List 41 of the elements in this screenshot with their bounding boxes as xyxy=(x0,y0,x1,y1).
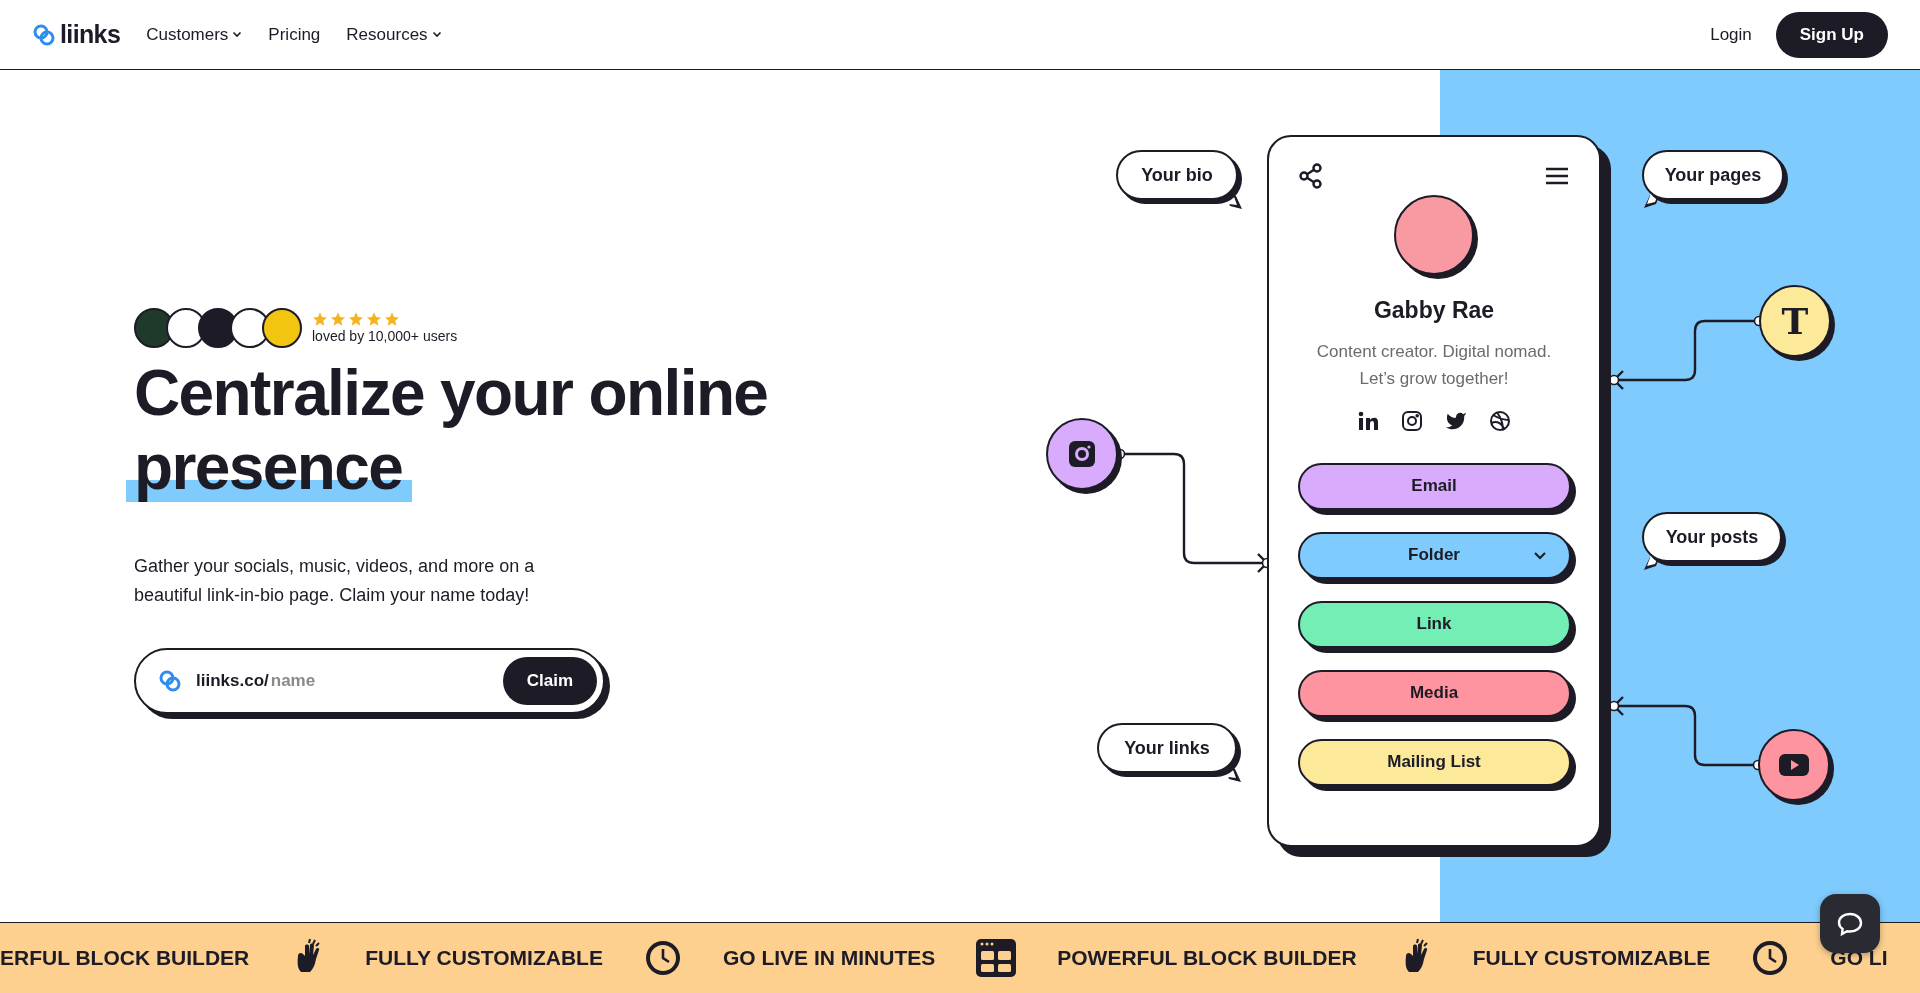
chat-button[interactable] xyxy=(1820,894,1880,953)
share-icon[interactable] xyxy=(1299,163,1323,189)
star-icon xyxy=(330,311,346,327)
star-icon xyxy=(312,311,328,327)
logo-icon xyxy=(32,22,56,47)
clock-icon xyxy=(1751,939,1790,977)
avatar-placeholder xyxy=(262,308,302,348)
profile-bio: Content creator. Digital nomad. Let’s grow together! xyxy=(1315,340,1553,390)
feature-label: POWERFUL BLOCK BUILDER xyxy=(1057,945,1357,972)
nav-link[interactable]: Resources xyxy=(346,21,442,48)
feature-label: ERFUL BLOCK BUILDER xyxy=(0,945,250,972)
url-prefix: liinks.co/ xyxy=(196,670,269,693)
nav-link[interactable]: Pricing xyxy=(268,21,321,48)
description: Gather your socials, music, videos, and more on a beautiful link-in-bio page. Claim your name today! xyxy=(134,555,536,607)
feature-label: FULLY CUSTOMIZABLE xyxy=(1472,945,1711,972)
rating-caption: loved by 10,000+ users xyxy=(312,327,458,345)
chevron-icon xyxy=(1532,550,1547,560)
star-icon xyxy=(366,311,382,327)
clock-icon xyxy=(643,939,682,977)
camera-icon xyxy=(1069,441,1095,467)
feature-label: GO LIVE IN MINUTES xyxy=(722,945,936,972)
sign-up-button[interactable]: Sign Up xyxy=(1775,11,1888,58)
login-link[interactable]: Login xyxy=(1710,21,1752,48)
profile-name: Gabby Rae xyxy=(1373,296,1495,325)
feature-label: FULLY CUSTOMIZABLE xyxy=(365,945,603,972)
star-icon xyxy=(348,311,364,327)
instagram-icon[interactable] xyxy=(1401,409,1423,432)
basketball-icon[interactable] xyxy=(1489,409,1511,432)
star-icon xyxy=(384,311,400,327)
logo-icon xyxy=(158,669,182,693)
play-icon xyxy=(1779,754,1809,776)
text-glyph: T xyxy=(1781,303,1809,339)
layout-icon xyxy=(976,939,1017,977)
logo-text[interactable]: liinks xyxy=(60,15,121,54)
chat-icon xyxy=(1836,910,1864,937)
caret-icon xyxy=(232,31,243,38)
linkedin-icon[interactable] xyxy=(1357,409,1379,432)
caret-icon xyxy=(431,31,442,38)
menu-icon[interactable] xyxy=(1545,166,1569,186)
nav-link[interactable]: Customers xyxy=(146,21,243,48)
claim-button[interactable]: Claim xyxy=(502,657,597,705)
